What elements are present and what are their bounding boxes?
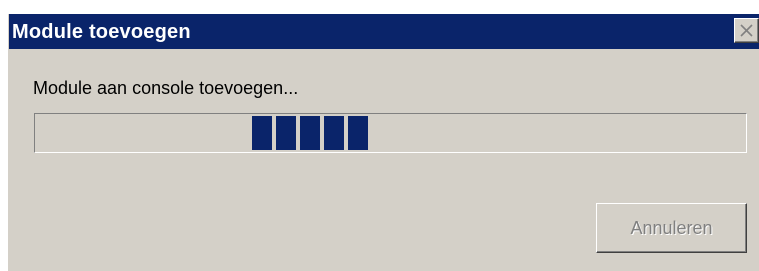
progress-block [348, 116, 368, 150]
close-icon [740, 24, 753, 37]
progress-block [276, 116, 296, 150]
window-title: Module toevoegen [12, 21, 191, 43]
dialog-window: Module toevoegen Module aan console toev… [8, 14, 759, 271]
progress-block [324, 116, 344, 150]
status-message: Module aan console toevoegen... [33, 78, 299, 98]
cancel-button[interactable]: Annuleren [596, 203, 747, 253]
close-button[interactable] [734, 18, 759, 43]
progress-bar [34, 113, 747, 153]
title-bar[interactable]: Module toevoegen [9, 14, 759, 49]
progress-marquee [252, 116, 368, 150]
progress-block [300, 116, 320, 150]
progress-block [252, 116, 272, 150]
